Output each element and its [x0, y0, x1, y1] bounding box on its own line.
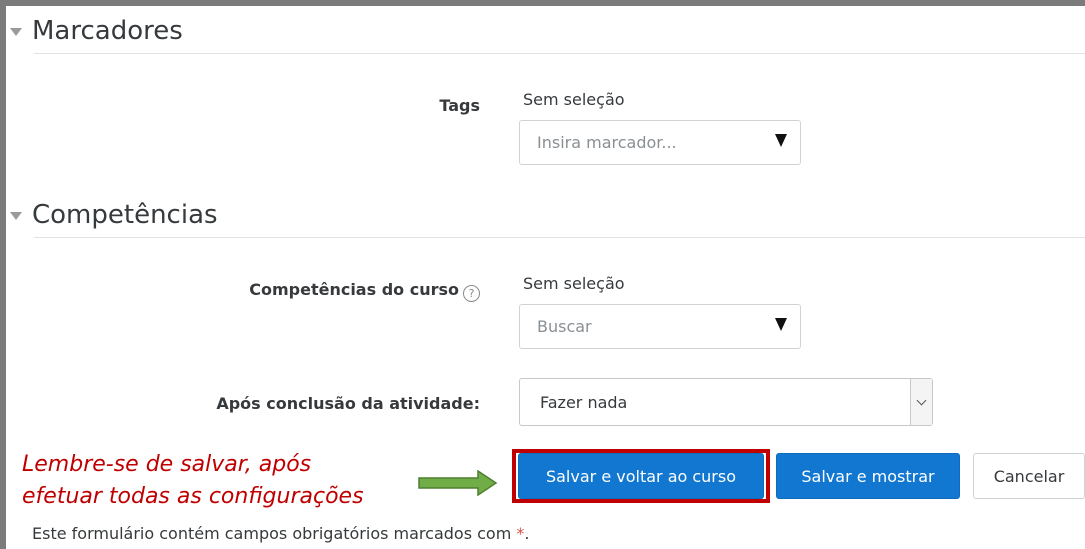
competencies-label-text: Competências do curso — [249, 280, 459, 299]
tags-input[interactable]: Insira marcador... — [519, 120, 801, 165]
competencies-search-input[interactable]: Buscar — [519, 304, 801, 349]
tags-placeholder: Insira marcador... — [537, 133, 677, 152]
chevron-down-icon — [916, 395, 927, 406]
competencies-placeholder: Buscar — [537, 317, 592, 336]
section-divider — [34, 237, 1085, 238]
dropdown-arrow-icon[interactable] — [775, 318, 787, 331]
question-circle-icon[interactable]: ? — [463, 285, 480, 302]
save-and-return-button[interactable]: Salvar e voltar ao curso — [518, 453, 764, 499]
required-fields-note: Este formulário contém campos obrigatóri… — [32, 524, 529, 543]
annotation-line-1: Lembre-se de salvar, após — [22, 452, 312, 477]
competencies-no-selection: Sem seleção — [523, 274, 625, 293]
section-title-competencias: Competências — [32, 200, 218, 230]
green-arrow-icon — [418, 470, 498, 496]
required-period: . — [524, 524, 530, 543]
after-completion-select[interactable]: Fazer nada — [519, 378, 933, 426]
section-header-marcadores[interactable]: Marcadores — [10, 16, 183, 46]
save-and-display-button[interactable]: Salvar e mostrar — [776, 453, 960, 499]
competencies-label: Competências do curso? — [180, 280, 480, 302]
annotation-line-2: efetuar todas as configurações — [22, 484, 364, 509]
form-frame: Marcadores Tags Sem seleção Insira marca… — [0, 0, 1085, 549]
collapse-caret-icon — [10, 212, 22, 220]
required-fields-text: Este formulário contém campos obrigatóri… — [32, 524, 512, 543]
tags-label: Tags — [439, 96, 480, 115]
frame-top-border — [0, 0, 1085, 6]
dropdown-arrow-icon[interactable] — [775, 134, 787, 147]
section-divider — [34, 53, 1085, 54]
after-completion-value: Fazer nada — [540, 393, 628, 412]
select-toggle[interactable] — [910, 379, 932, 425]
section-title-marcadores: Marcadores — [32, 16, 183, 46]
after-completion-label: Após conclusão da atividade: — [216, 394, 480, 413]
cancel-button[interactable]: Cancelar — [973, 453, 1085, 499]
frame-left-border — [0, 0, 6, 549]
tags-no-selection: Sem seleção — [523, 90, 625, 109]
section-header-competencias[interactable]: Competências — [10, 200, 218, 230]
collapse-caret-icon — [10, 28, 22, 36]
